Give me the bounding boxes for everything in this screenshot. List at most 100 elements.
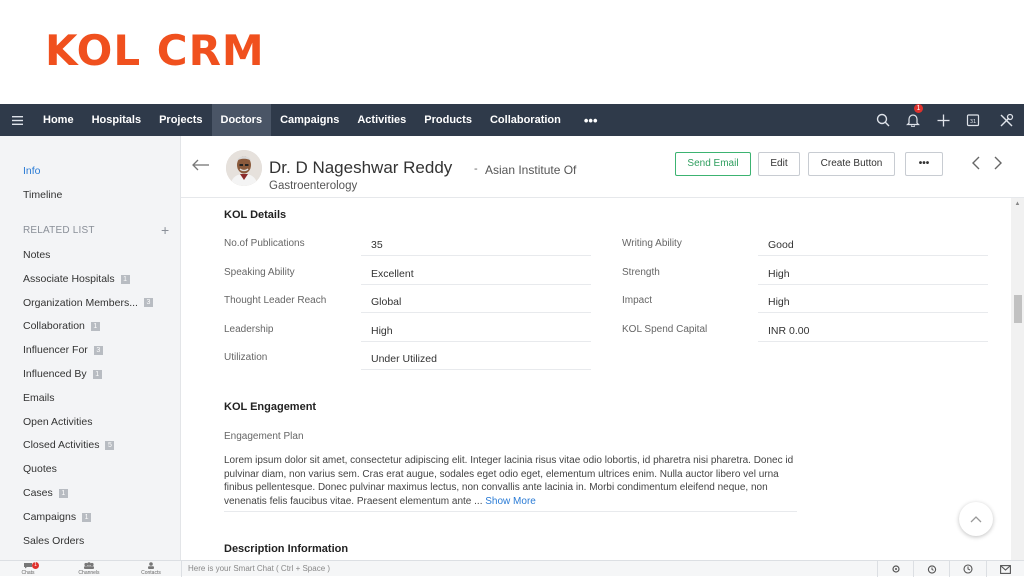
count-badge: 5	[105, 441, 115, 451]
description-title: Description Information	[224, 543, 349, 555]
settings-gear-icon[interactable]	[877, 561, 913, 577]
nav-collaboration[interactable]: Collaboration	[481, 104, 570, 136]
send-email-button[interactable]: Send Email	[675, 152, 751, 176]
nav-projects[interactable]: Projects	[150, 104, 211, 136]
bottom-bar: 1 Chats Channels Contacts Here is your S…	[0, 560, 1024, 577]
history-clock-icon[interactable]	[949, 561, 985, 577]
kol-engagement-title: KOL Engagement	[224, 401, 317, 413]
sidebar-related-label: Cases	[23, 487, 53, 499]
field-value: High	[371, 324, 393, 337]
tools-icon[interactable]	[988, 104, 1024, 136]
channels-label: Channels	[78, 570, 100, 576]
nav-hospitals[interactable]: Hospitals	[83, 104, 151, 136]
scrollbar[interactable]: ▲	[1011, 198, 1024, 560]
nav-doctors[interactable]: Doctors	[211, 104, 272, 136]
sidebar-related-item[interactable]: Notes	[23, 249, 50, 261]
field-underline	[758, 312, 988, 313]
chat-badge: 1	[32, 562, 39, 569]
sidebar-related-label: Influencer For	[23, 344, 88, 357]
count-badge: 1	[82, 512, 92, 522]
field-value: INR 0.00	[768, 324, 810, 337]
engagement-plan-label: Engagement Plan	[224, 431, 304, 442]
count-badge: 1	[92, 369, 102, 379]
scroll-top-button[interactable]	[959, 502, 993, 536]
channels-tab[interactable]: Channels	[69, 562, 109, 576]
calendar-icon[interactable]: 31	[958, 104, 988, 136]
name-separator: -	[474, 163, 478, 175]
sidebar: Info Timeline RELATED LIST + Notes Associ…	[0, 136, 181, 560]
back-arrow-icon[interactable]	[192, 158, 210, 176]
sidebar-related-item[interactable]: Influencer For 3	[23, 344, 103, 356]
field-value: Excellent	[371, 267, 414, 280]
nav-home[interactable]: Home	[34, 104, 83, 136]
show-more-link[interactable]: Show More	[485, 496, 536, 507]
record-header: Dr. D Nageshwar Reddy - Asian Institute …	[181, 136, 1024, 198]
edit-button[interactable]: Edit	[758, 152, 800, 176]
field-underline	[361, 312, 591, 313]
field-underline	[758, 340, 988, 342]
field-value: High	[768, 296, 790, 308]
hamburger-menu-icon[interactable]	[0, 104, 34, 136]
sidebar-related-item[interactable]: Emails	[23, 392, 55, 404]
sidebar-related-item[interactable]: Sales Orders	[23, 535, 84, 547]
sidebar-related-item[interactable]: Open Activities	[23, 416, 92, 428]
kol-details-title: KOL Details	[224, 209, 287, 221]
sidebar-related-item[interactable]: Closed Activities 5	[23, 439, 115, 452]
count-badge: 3	[93, 345, 103, 355]
sidebar-related-item[interactable]: Associate Hospitals 1	[23, 273, 130, 285]
field-label: Thought Leader Reach	[224, 295, 327, 306]
create-button[interactable]: Create Button	[808, 152, 895, 176]
nav-products[interactable]: Products	[415, 104, 481, 136]
sidebar-related-label: Emails	[23, 391, 55, 404]
nav-more-button[interactable]: •••	[570, 113, 612, 128]
field-value: Under Utilized	[371, 353, 437, 365]
sidebar-related-label: Associate Hospitals	[23, 272, 115, 285]
nav-activities[interactable]: Activities	[348, 104, 415, 136]
sidebar-related-item[interactable]: Organization Members... 3	[23, 297, 153, 309]
sidebar-related-label: Quotes	[23, 463, 57, 476]
nav-campaigns[interactable]: Campaigns	[271, 104, 348, 136]
message-icon[interactable]	[986, 561, 1024, 577]
field-label: No.of Publications	[224, 238, 305, 249]
brand-title: KOL CRM	[45, 26, 265, 75]
sidebar-item-info[interactable]: Info	[23, 165, 41, 177]
next-record-icon[interactable]	[993, 156, 1003, 175]
sidebar-related-item[interactable]: Quotes	[23, 463, 57, 475]
record-details: KOL Details No.of Publications 35 Speaking…	[181, 198, 1011, 560]
contacts-label: Contacts	[141, 570, 161, 576]
count-badge: 1	[58, 488, 68, 498]
plus-icon[interactable]	[928, 104, 958, 136]
field-label: Strength	[622, 266, 660, 278]
sidebar-related-label: Closed Activities	[23, 439, 100, 452]
alarm-clock-icon[interactable]	[913, 561, 949, 577]
scroll-up-icon[interactable]: ▲	[1011, 198, 1024, 210]
field-underline	[361, 369, 591, 370]
divider	[224, 511, 797, 512]
more-actions-button[interactable]: •••	[905, 152, 943, 176]
sidebar-related-label: Organization Members...	[23, 296, 138, 309]
record-name: Dr. D Nageshwar Reddy	[269, 158, 453, 177]
contacts-tab[interactable]: Contacts	[131, 562, 171, 576]
smart-chat-input[interactable]: Here is your Smart Chat ( Ctrl + Space )	[181, 561, 871, 577]
sidebar-related-item[interactable]: Collaboration 1	[23, 320, 100, 332]
sidebar-item-timeline[interactable]: Timeline	[23, 189, 62, 201]
sidebar-related-item[interactable]: Influenced By 1	[23, 368, 102, 380]
chats-tab[interactable]: 1 Chats	[8, 562, 48, 576]
sidebar-related-label: Collaboration	[23, 320, 85, 333]
sidebar-related-label: Influenced By	[23, 368, 87, 380]
add-related-plus-icon[interactable]: +	[161, 222, 169, 238]
notification-badge: 1	[914, 104, 923, 113]
bell-icon[interactable]: 1	[898, 104, 928, 136]
field-underline	[758, 255, 988, 256]
field-underline	[758, 283, 988, 285]
sidebar-related-label: Notes	[23, 249, 51, 261]
previous-record-icon[interactable]	[971, 156, 981, 175]
field-label: Impact	[622, 295, 653, 306]
sidebar-related-label: Campaigns	[23, 510, 77, 523]
field-underline	[361, 340, 591, 342]
search-icon[interactable]	[868, 104, 898, 136]
sidebar-related-item[interactable]: Cases 1	[23, 487, 68, 499]
scroll-thumb[interactable]	[1014, 295, 1022, 323]
sidebar-related-label: Sales Orders	[23, 534, 85, 547]
sidebar-related-item[interactable]: Campaigns 1	[23, 510, 92, 523]
